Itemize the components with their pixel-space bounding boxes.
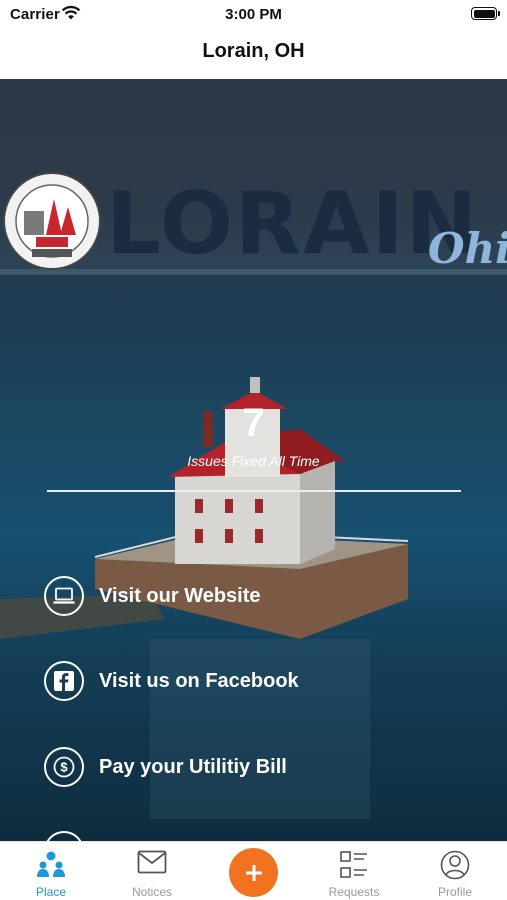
visit-facebook-label: Visit us on Facebook [99, 669, 299, 692]
visit-website-link[interactable]: Visit our Website [44, 576, 261, 616]
checklist-icon [340, 851, 367, 878]
pay-bill-link[interactable]: $ Pay your Utilitiy Bill [44, 747, 287, 787]
envelope-icon [137, 850, 167, 874]
page-title: Lorain, OH [202, 40, 305, 62]
people-icon [37, 851, 65, 877]
visit-facebook-link[interactable]: Visit us on Facebook [44, 661, 299, 701]
person-icon [440, 850, 470, 880]
facebook-icon [44, 661, 84, 701]
tab-place-label: Place [35, 885, 67, 899]
tab-requests-label: Requests [328, 885, 380, 899]
tab-notices-label: Notices [131, 885, 172, 899]
divider [47, 490, 461, 492]
pay-bill-label: Pay your Utilitiy Bill [99, 755, 287, 778]
tab-profile[interactable]: Profile [415, 842, 495, 900]
clock: 3:00 PM [225, 6, 282, 23]
status-bar: Carrier 3:00 PM [0, 0, 507, 28]
tab-profile-label: Profile [437, 885, 472, 899]
hero-banner: LORAIN Ohio 7 Issues Fixed All Time Visi… [0, 79, 507, 841]
issues-fixed-label: Issues Fixed All Time [187, 453, 320, 469]
laptop-icon [44, 576, 84, 616]
next-link-partial[interactable] [44, 831, 84, 841]
battery-icon [471, 7, 500, 20]
city-logo-script: Ohio [428, 224, 507, 273]
add-request-button[interactable] [229, 848, 278, 897]
tab-bar: Place Notices Requests Profile [0, 841, 507, 900]
issues-fixed-count: 7 [242, 401, 265, 445]
svg-text:$: $ [60, 760, 68, 775]
tab-requests[interactable]: Requests [314, 842, 394, 900]
visit-website-label: Visit our Website [99, 584, 261, 607]
tab-notices[interactable]: Notices [112, 842, 192, 900]
plus-icon [245, 864, 262, 881]
city-logo-text: LORAIN [106, 174, 480, 274]
city-seal-icon [3, 172, 101, 270]
link-icon [44, 831, 84, 841]
dollar-icon: $ [44, 747, 84, 787]
tab-place[interactable]: Place [11, 842, 91, 900]
